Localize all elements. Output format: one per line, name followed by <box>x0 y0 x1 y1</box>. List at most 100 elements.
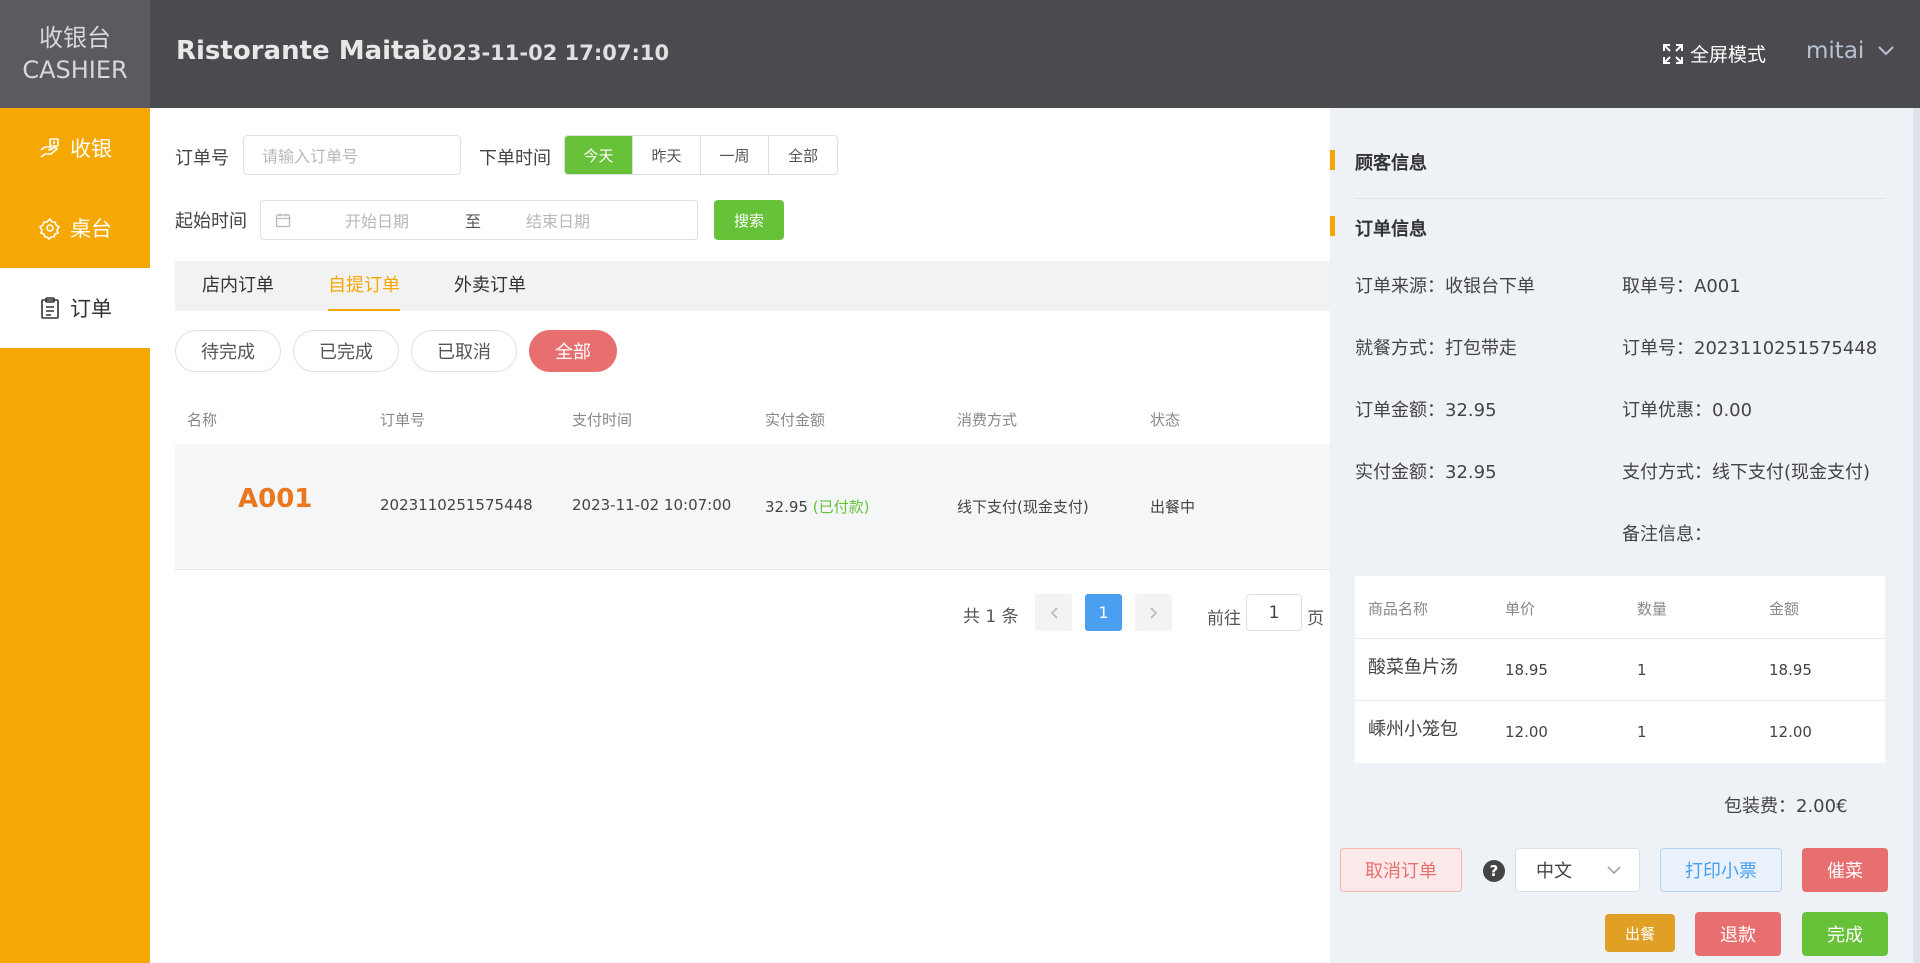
language-value: 中文 <box>1536 861 1572 882</box>
fullscreen-icon <box>1663 43 1683 64</box>
order-no-placeholder: 请输入订单号 <box>262 147 359 166</box>
status-filter: 待完成 已完成 已取消 全部 <box>175 330 617 372</box>
column-header: 订单号 <box>380 411 426 429</box>
print-receipt-button[interactable]: 打印小票 <box>1660 848 1782 892</box>
serve-button[interactable]: 出餐 <box>1605 914 1675 952</box>
order-list-area: 订单号 请输入订单号 下单时间 今天 昨天 一周 全部 起始时间 开始日期 至 … <box>150 108 1330 963</box>
page-suffix: 页 <box>1307 609 1324 629</box>
chevron-left-icon <box>1050 606 1058 619</box>
tab-pickup[interactable]: 自提订单 <box>301 261 427 311</box>
item-qty: 1 <box>1637 723 1647 741</box>
item-name: 酸菜鱼片汤 <box>1368 657 1458 678</box>
complete-button[interactable]: 完成 <box>1802 912 1888 956</box>
table-row[interactable]: A001 2023110251575448 2023-11-02 10:07:0… <box>175 444 1330 570</box>
help-icon[interactable]: ? <box>1483 860 1505 882</box>
item-total: 12.00 <box>1769 723 1812 741</box>
item-name: 嵊州小笼包 <box>1368 719 1458 740</box>
item-price: 12.00 <box>1505 723 1548 741</box>
order-icon <box>41 297 59 319</box>
item-price: 18.95 <box>1505 661 1548 679</box>
chevron-right-icon <box>1149 606 1157 619</box>
sidebar-item-tables[interactable]: 桌台 <box>0 188 150 268</box>
urge-dish-button[interactable]: 催菜 <box>1802 848 1888 892</box>
amount-value: 32.95 <box>765 498 808 516</box>
search-button[interactable]: 搜索 <box>714 200 784 240</box>
item-column-header: 金额 <box>1769 600 1800 618</box>
sidebar-item-label: 收银 <box>70 137 112 161</box>
chevron-down-icon <box>1607 866 1621 874</box>
cancel-order-button[interactable]: 取消订单 <box>1340 848 1462 892</box>
calendar-icon <box>275 213 291 228</box>
time-option-today[interactable]: 今天 <box>565 136 633 174</box>
sidebar-item-label: 桌台 <box>70 217 112 241</box>
pagination-total: 共 1 条 <box>963 607 1019 627</box>
detail-payment-method: 支付方式：线下支付(现金支付) <box>1622 462 1871 483</box>
column-header: 支付时间 <box>572 411 633 429</box>
date-range-input[interactable]: 开始日期 至 结束日期 <box>260 200 698 240</box>
pickup-code: A001 <box>238 484 313 514</box>
paid-tag: (已付款) <box>812 498 870 516</box>
next-page-button[interactable] <box>1135 594 1172 631</box>
order-discount: 订单优惠：0.00 <box>1622 400 1753 421</box>
sidebar-item-label: 订单 <box>70 297 112 321</box>
pickup-number: 取单号：A001 <box>1622 276 1741 297</box>
item-row: 酸菜鱼片汤 18.95 1 18.95 <box>1355 638 1885 700</box>
item-total: 18.95 <box>1769 661 1812 679</box>
sidebar-item-orders[interactable]: 订单 <box>0 268 150 348</box>
order-detail-panel: 顾客信息 订单信息 订单来源：收银台下单 取单号：A001 就餐方式：打包带走 … <box>1330 108 1920 963</box>
table-icon <box>38 217 61 240</box>
order-items-table: 商品名称 单价 数量 金额 酸菜鱼片汤 18.95 1 18.95 嵊州小笼包 … <box>1355 576 1885 763</box>
time-range-selector: 今天 昨天 一周 全部 <box>564 135 838 175</box>
item-column-header: 单价 <box>1505 600 1536 618</box>
chevron-down-icon <box>1878 46 1895 56</box>
order-no-input[interactable]: 请输入订单号 <box>243 135 461 175</box>
user-menu[interactable]: mitai <box>1806 38 1895 64</box>
remark: 备注信息： <box>1622 524 1712 545</box>
scrollbar[interactable] <box>1913 108 1920 963</box>
language-select[interactable]: 中文 <box>1515 848 1640 892</box>
divider <box>1355 198 1885 199</box>
restaurant-name: Ristorante Maitai <box>176 36 430 66</box>
paid-amount: 32.95 (已付款) <box>765 496 869 517</box>
pill-pending[interactable]: 待完成 <box>175 330 281 372</box>
item-column-header: 商品名称 <box>1368 600 1429 618</box>
payment-method: 线下支付(现金支付) <box>957 498 1089 516</box>
current-datetime: 2023-11-02 17:07:10 <box>423 41 670 65</box>
top-header: 收银台 CASHIER Ristorante Maitai 2023-11-02… <box>0 0 1920 108</box>
refund-button[interactable]: 退款 <box>1695 912 1781 956</box>
cashier-icon <box>40 138 59 158</box>
time-label: 下单时间 <box>479 148 551 169</box>
pill-all[interactable]: 全部 <box>529 330 617 372</box>
time-option-week[interactable]: 一周 <box>701 136 769 174</box>
order-no-label: 订单号 <box>175 148 229 169</box>
detail-order-number: 订单号：2023110251575448 <box>1622 338 1878 359</box>
fullscreen-button[interactable]: 全屏模式 <box>1662 40 1766 67</box>
time-option-all[interactable]: 全部 <box>769 136 837 174</box>
tab-delivery[interactable]: 外卖订单 <box>427 261 553 311</box>
goto-page-input[interactable]: 1 <box>1246 594 1302 631</box>
section-marker <box>1330 216 1335 236</box>
pill-completed[interactable]: 已完成 <box>293 330 399 372</box>
fullscreen-label: 全屏模式 <box>1690 44 1767 66</box>
page-number[interactable]: 1 <box>1085 594 1122 631</box>
goto-label: 前往 <box>1207 609 1241 629</box>
section-marker <box>1330 150 1335 170</box>
prev-page-button[interactable] <box>1035 594 1072 631</box>
tab-dine-in[interactable]: 店内订单 <box>175 261 301 311</box>
column-header: 实付金额 <box>765 411 826 429</box>
sidebar-item-cashier[interactable]: 收银 <box>0 108 150 188</box>
customer-info-title: 顾客信息 <box>1355 153 1427 174</box>
logo-line1: 收银台 <box>39 24 111 52</box>
order-number: 2023110251575448 <box>380 496 533 514</box>
column-header: 名称 <box>187 411 218 429</box>
pill-cancelled[interactable]: 已取消 <box>411 330 517 372</box>
column-header: 状态 <box>1150 411 1181 429</box>
order-type-tabs: 店内订单 自提订单 外卖订单 <box>175 261 1330 311</box>
packing-fee: 包装费：2.00€ <box>1724 796 1848 817</box>
time-option-yesterday[interactable]: 昨天 <box>633 136 701 174</box>
start-date-placeholder: 开始日期 <box>345 212 410 231</box>
order-source: 订单来源：收银台下单 <box>1355 276 1535 297</box>
item-column-header: 数量 <box>1637 600 1668 618</box>
logo: 收银台 CASHIER <box>0 0 150 108</box>
paid-time: 2023-11-02 10:07:00 <box>572 496 732 514</box>
